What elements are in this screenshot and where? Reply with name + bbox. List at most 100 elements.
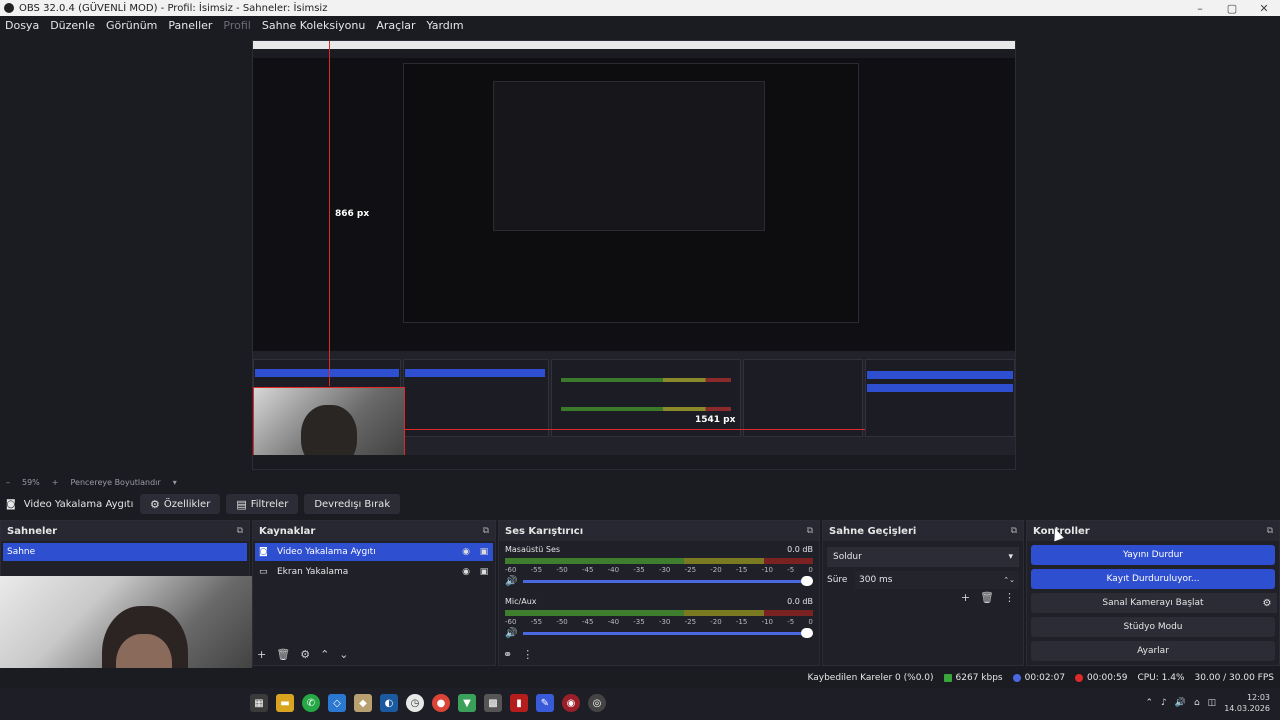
measure-label-vertical: 866 px — [335, 209, 370, 219]
volume-icon[interactable]: 🔊 — [1175, 698, 1186, 708]
undock-icon[interactable]: ⧉ — [1267, 526, 1273, 536]
microphone-icon[interactable]: ♪ — [1161, 698, 1167, 708]
move-down-icon[interactable]: ⌄ — [339, 648, 348, 661]
obs-taskbar-icon[interactable]: ◎ — [588, 694, 606, 712]
zoom-level: 59% — [22, 477, 40, 487]
mixer-track: Mic/Aux 0.0 dB -60 -55 -50 -45 -40 -35 -30 -25 -2… — [499, 593, 819, 639]
volume-slider[interactable] — [523, 628, 813, 638]
properties-label: Özellikler — [163, 498, 211, 510]
link-icon[interactable]: ⚭ — [503, 648, 512, 661]
zoom-in-icon[interactable]: + — [52, 478, 59, 487]
track-name: Mic/Aux — [505, 597, 537, 606]
source-item[interactable]: ◙ Video Yakalama Aygıtı ◉ ▣ — [255, 543, 493, 561]
menu-docks[interactable]: Paneller — [168, 19, 212, 32]
more-icon[interactable]: ⋮ — [522, 648, 533, 661]
mixer-dock-header: Ses Karıştırıcı ⧉ — [499, 521, 819, 541]
eye-icon[interactable]: ◉ — [457, 567, 475, 577]
add-icon[interactable]: + — [257, 648, 266, 661]
scene-item[interactable]: Sahne — [3, 543, 247, 561]
gear-icon[interactable]: ⚙ — [1257, 593, 1277, 613]
trash-icon[interactable]: 🗑 — [276, 648, 290, 661]
task-view-icon[interactable]: ▦ — [250, 694, 268, 712]
source-item[interactable]: ▭ Ekran Yakalama ◉ ▣ — [255, 563, 493, 581]
meter-scale: -60 -55 -50 -45 -40 -35 -30 -25 -20 -15 -10 -5 0 — [505, 618, 813, 626]
preview-area[interactable]: 866 px 1541 px — [0, 34, 1280, 474]
volume-slider[interactable] — [523, 576, 813, 586]
filters-label: Filtreler — [250, 498, 289, 510]
tool-icon[interactable]: ▩ — [484, 694, 502, 712]
speaker-icon[interactable]: 🔊 — [505, 576, 519, 587]
network-icon[interactable]: ⌂ — [1194, 698, 1200, 708]
measure-line-vertical — [329, 41, 330, 386]
sources-dock: Kaynaklar ⧉ ◙ Video Yakalama Aygıtı ◉ ▣ … — [252, 520, 496, 666]
menu-help[interactable]: Yardım — [427, 19, 464, 32]
menu-view[interactable]: Görünüm — [106, 19, 157, 32]
undock-icon[interactable]: ⧉ — [483, 526, 489, 536]
gear-icon[interactable]: ⚙ — [300, 648, 310, 661]
signal-icon — [943, 674, 952, 682]
nested-stop-stream — [867, 371, 1013, 379]
undock-icon[interactable]: ⧉ — [807, 526, 813, 536]
steam-icon[interactable]: ◐ — [380, 694, 398, 712]
undock-icon[interactable]: ⧉ — [237, 526, 243, 536]
stop-stream-button[interactable]: Yayını Durdur — [1031, 545, 1275, 565]
chevron-up-icon[interactable]: ⌃ — [1145, 698, 1153, 708]
chevron-down-icon[interactable]: ▾ — [173, 478, 177, 487]
clock-app-icon[interactable]: ◷ — [406, 694, 424, 712]
spin-arrows-icon[interactable]: ⌃⌄ — [1003, 576, 1015, 584]
menu-edit[interactable]: Düzenle — [50, 19, 95, 32]
add-icon[interactable]: + — [961, 591, 970, 604]
lock-icon[interactable]: ▣ — [475, 567, 493, 577]
filter-icon: ▤ — [236, 497, 247, 511]
menu-profile[interactable]: Profil — [223, 19, 250, 32]
undock-icon[interactable]: ⧉ — [1011, 526, 1017, 536]
controls-dock-header: Kontroller ⧉ — [1027, 521, 1279, 541]
store-icon[interactable]: ◇ — [328, 694, 346, 712]
properties-button[interactable]: ⚙ Özellikler — [140, 494, 221, 514]
nested-source-selected — [405, 369, 545, 377]
app-icon[interactable]: ◆ — [354, 694, 372, 712]
transition-select[interactable]: Soldur ▾ — [827, 547, 1019, 567]
minimize-icon[interactable]: – — [1184, 2, 1216, 15]
filters-button[interactable]: ▤ Filtreler — [226, 494, 299, 514]
context-source: ◙ Video Yakalama Aygıtı — [0, 499, 140, 510]
more-icon[interactable]: ⋮ — [1004, 591, 1015, 604]
meter-scale: -60 -55 -50 -45 -40 -35 -30 -25 -20 -15 -10 -5 0 — [505, 566, 813, 574]
menu-tools[interactable]: Araçlar — [376, 19, 415, 32]
speaker-icon[interactable]: 🔊 — [505, 628, 519, 639]
slider-handle[interactable] — [801, 576, 813, 586]
sources-dock-header: Kaynaklar ⧉ — [253, 521, 495, 541]
close-icon[interactable]: ✕ — [1248, 2, 1280, 15]
lock-icon[interactable]: ▣ — [475, 547, 493, 557]
measure-line-horizontal — [405, 429, 865, 430]
eye-icon[interactable]: ◉ — [457, 547, 475, 557]
zoom-out-icon[interactable]: – — [6, 478, 10, 487]
tray-icon[interactable]: ◫ — [1208, 698, 1217, 708]
vpn-icon[interactable]: ▼ — [458, 694, 476, 712]
nested-title-bar — [253, 41, 1015, 49]
deactivate-button[interactable]: Devredışı Bırak — [304, 494, 401, 514]
studio-mode-button[interactable]: Stüdyo Modu — [1031, 617, 1275, 637]
fit-to-window-dropdown[interactable]: Pencereye Boyutlandır — [70, 478, 160, 487]
virtual-camera-button[interactable]: Sanal Kamerayı Başlat ⚙ — [1031, 593, 1277, 613]
preview-canvas[interactable]: 866 px 1541 px — [252, 40, 1016, 470]
settings-button[interactable]: Ayarlar — [1031, 641, 1275, 661]
editor-icon[interactable]: ✎ — [536, 694, 554, 712]
stream-time-value: 00:02:07 — [1024, 673, 1066, 683]
whatsapp-icon[interactable]: ✆ — [302, 694, 320, 712]
media-icon[interactable]: ▮ — [510, 694, 528, 712]
stop-recording-button[interactable]: Kayıt Durduruluyor... — [1031, 569, 1275, 589]
move-up-icon[interactable]: ⌃ — [320, 648, 329, 661]
recorder-icon[interactable]: ◉ — [562, 694, 580, 712]
chrome-icon[interactable]: ● — [432, 694, 450, 712]
trash-icon[interactable]: 🗑 — [980, 591, 994, 604]
clock[interactable]: 12:03 14.03.2026 — [1224, 692, 1270, 714]
menu-file[interactable]: Dosya — [5, 19, 39, 32]
file-explorer-icon[interactable]: ▬ — [276, 694, 294, 712]
slider-handle[interactable] — [801, 628, 813, 638]
duration-spinbox[interactable]: 300 ms ⌃⌄ — [855, 571, 1019, 589]
deactivate-label: Devredışı Bırak — [314, 498, 391, 510]
menu-scene-collection[interactable]: Sahne Koleksiyonu — [262, 19, 366, 32]
maximize-icon[interactable]: ▢ — [1216, 2, 1248, 15]
bitrate-value: 6267 kbps — [955, 673, 1003, 683]
